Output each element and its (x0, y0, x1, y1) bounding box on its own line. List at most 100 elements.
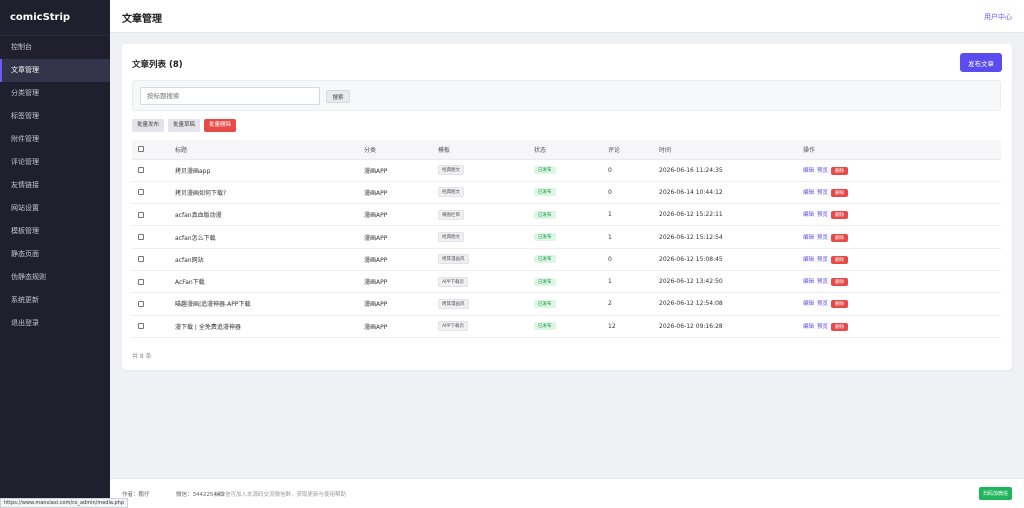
sidebar-item-articles[interactable]: 文章管理 (0, 59, 110, 82)
status-badge: 已发布 (534, 210, 556, 219)
header-ops: 操作 (803, 140, 1001, 160)
row-checkbox[interactable] (138, 234, 144, 241)
sidebar-item-templates[interactable]: 模板管理 (0, 220, 110, 243)
row-checkbox-cell (132, 181, 175, 205)
header-checkbox-cell (132, 140, 175, 160)
edit-link[interactable]: 编辑 (803, 235, 814, 241)
delete-button[interactable]: 删除 (831, 166, 849, 175)
template-badge: 横图栏目 (438, 209, 464, 220)
row-status-cell: 已发布 (534, 270, 608, 294)
row-template-cell: APP下载页 (438, 270, 534, 294)
row-checkbox[interactable] (138, 278, 144, 285)
row-title: 拷贝漫画如何下载? (175, 181, 364, 205)
edit-link[interactable]: 编辑 (803, 212, 814, 218)
row-status-cell: 已发布 (534, 292, 608, 316)
row-checkbox[interactable] (138, 189, 144, 196)
add-wechat-button[interactable]: 扫码加微信 (978, 487, 1012, 500)
bulk-publish-button[interactable]: 批量发布 (132, 119, 165, 132)
row-checkbox-cell (132, 203, 175, 227)
preview-link[interactable]: 预览 (817, 190, 828, 196)
row-comments: 1 (608, 203, 659, 227)
delete-button[interactable]: 删除 (831, 322, 849, 331)
app-logo[interactable]: comicStrip (0, 0, 110, 36)
status-badge: 已发布 (534, 299, 556, 308)
row-checkbox[interactable] (138, 323, 144, 330)
row-time: 2026-06-16 11:24:35 (659, 159, 803, 182)
status-badge: 已发布 (534, 277, 556, 286)
edit-link[interactable]: 编辑 (803, 301, 814, 307)
delete-button[interactable]: 删除 (831, 211, 849, 220)
row-checkbox-cell (132, 225, 175, 249)
bulk-delete-button[interactable]: 批量删除 (204, 119, 237, 132)
sidebar-item-links[interactable]: 友情链接 (0, 174, 110, 197)
row-time: 2026-06-12 13:42:50 (659, 270, 803, 294)
row-checkbox[interactable] (138, 256, 144, 263)
sidebar-item-comments[interactable]: 评论管理 (0, 151, 110, 174)
preview-link[interactable]: 预览 (817, 168, 828, 174)
sidebar-item-site-settings[interactable]: 网站设置 (0, 197, 110, 220)
publish-article-button[interactable]: 发布文章 (960, 53, 1002, 72)
preview-link[interactable]: 预览 (817, 212, 828, 218)
sidebar-item-dashboard[interactable]: 控制台 (0, 36, 110, 59)
header-template: 模板 (438, 140, 534, 160)
row-template-cell: 横图栏目 (438, 203, 534, 227)
status-bar-url: https://www.manxiaxi.com/cs_admin/media.… (0, 498, 129, 508)
row-checkbox[interactable] (138, 167, 144, 174)
status-badge: 已发布 (534, 322, 556, 331)
row-comments: 0 (608, 159, 659, 182)
row-comments: 1 (608, 270, 659, 294)
template-badge: 烤茸漫画风 (438, 298, 469, 309)
preview-link[interactable]: 预览 (817, 257, 828, 263)
row-checkbox[interactable] (138, 211, 144, 218)
row-checkbox[interactable] (138, 300, 144, 307)
row-comments: 2 (608, 292, 659, 316)
row-checkbox-cell (132, 159, 175, 182)
edit-link[interactable]: 编辑 (803, 324, 814, 330)
row-title: acfan网站 (175, 248, 364, 271)
edit-link[interactable]: 编辑 (803, 190, 814, 196)
template-badge: APP下载页 (438, 321, 469, 332)
preview-link[interactable]: 预览 (817, 324, 828, 330)
select-all-checkbox[interactable] (138, 146, 144, 153)
article-list-card: 文章列表 (8) 发布文章 搜索 批量发布 批量草稿 批量删除 标题 分类 模板… (122, 44, 1012, 370)
delete-button[interactable]: 删除 (831, 255, 849, 264)
row-ops: 编辑 预览 删除 (803, 181, 1001, 205)
row-category: 漫画APP (364, 181, 438, 205)
search-input[interactable] (140, 87, 320, 105)
delete-button[interactable]: 删除 (831, 233, 849, 242)
delete-button[interactable]: 删除 (831, 300, 849, 309)
sidebar-item-categories[interactable]: 分类管理 (0, 82, 110, 105)
search-button[interactable]: 搜索 (326, 90, 350, 103)
preview-link[interactable]: 预览 (817, 279, 828, 285)
sidebar-item-attachments[interactable]: 附件管理 (0, 128, 110, 151)
edit-link[interactable]: 编辑 (803, 168, 814, 174)
sidebar-item-rewrite-rules[interactable]: 伪静态规则 (0, 266, 110, 289)
table-row: acfan真血版动漫 漫画APP 横图栏目 已发布 1 2026-06-12 15:22:… (132, 203, 1001, 227)
row-status-cell: 已发布 (534, 181, 608, 205)
row-time: 2026-06-12 12:54:08 (659, 292, 803, 316)
table-header-row: 标题 分类 模板 状态 评论 时间 操作 (132, 140, 1001, 160)
row-category: 漫画APP (364, 203, 438, 227)
sidebar-item-tags[interactable]: 标签管理 (0, 105, 110, 128)
row-time: 2026-06-12 15:22:11 (659, 203, 803, 227)
delete-button[interactable]: 删除 (831, 188, 849, 197)
preview-link[interactable]: 预览 (817, 235, 828, 241)
table-row: 拷贝漫画如何下载? 漫画APP 经典图文 已发布 0 2026-06-14 10:44:1… (132, 181, 1001, 205)
user-center-link[interactable]: 用户中心 (984, 12, 1012, 22)
template-badge: 烤茸漫画风 (438, 254, 469, 265)
row-checkbox-cell (132, 292, 175, 316)
row-template-cell: 经典图文 (438, 181, 534, 205)
sidebar-item-system-update[interactable]: 系统更新 (0, 289, 110, 312)
sidebar-item-logout[interactable]: 退出登录 (0, 312, 110, 335)
edit-link[interactable]: 编辑 (803, 257, 814, 263)
preview-link[interactable]: 预览 (817, 301, 828, 307)
sidebar-item-static-pages[interactable]: 静态页面 (0, 243, 110, 266)
total-count: 共 8 条 (132, 353, 152, 360)
table-row: acfan怎么下载 漫画APP 经典图文 已发布 1 2026-06-12 15:12:5… (132, 225, 1001, 249)
delete-button[interactable]: 删除 (831, 278, 849, 287)
edit-link[interactable]: 编辑 (803, 279, 814, 285)
header-time: 时间 (659, 140, 803, 160)
bulk-draft-button[interactable]: 批量草稿 (168, 119, 201, 132)
row-time: 2026-06-12 15:12:54 (659, 225, 803, 249)
row-template-cell: 烤茸漫画风 (438, 248, 534, 271)
